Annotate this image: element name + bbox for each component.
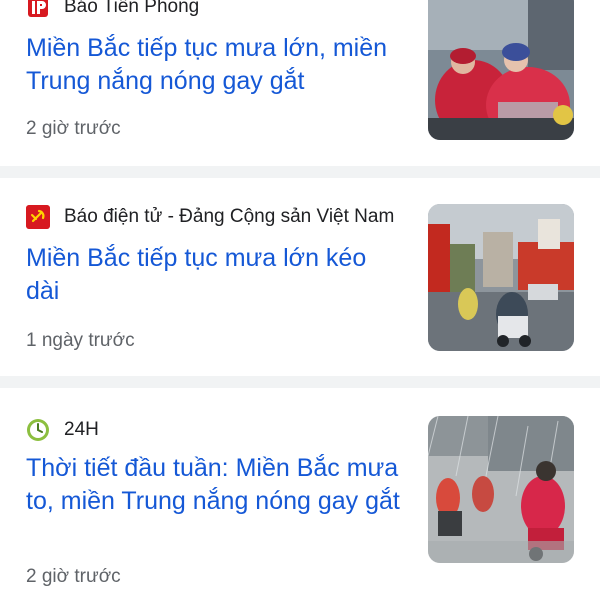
- source-name: Báo điện tử - Đảng Cộng sản Việt Nam: [64, 206, 395, 227]
- news-feed: Báo Tiền Phong Miền Bắc tiếp tục mưa lớn…: [0, 0, 600, 600]
- news-card[interactable]: Báo Tiền Phong Miền Bắc tiếp tục mưa lớn…: [0, 0, 600, 166]
- article-headline[interactable]: Miền Bắc tiếp tục mưa lớn kéo dài: [26, 242, 406, 308]
- card-separator: [0, 376, 600, 388]
- card-separator: [0, 166, 600, 178]
- source-name: 24H: [64, 419, 99, 440]
- article-headline[interactable]: Miền Bắc tiếp tục mưa lớn, miền Trung nắ…: [26, 32, 406, 98]
- news-source: Báo Tiền Phong: [26, 0, 199, 20]
- news-card[interactable]: Báo điện tử - Đảng Cộng sản Việt Nam Miề…: [0, 178, 600, 376]
- article-thumbnail[interactable]: [428, 0, 574, 140]
- source-name: Báo Tiền Phong: [64, 0, 200, 17]
- article-headline[interactable]: Thời tiết đầu tuần: Miền Bắc mưa to, miề…: [26, 452, 406, 518]
- news-source: Báo điện tử - Đảng Cộng sản Việt Nam: [26, 204, 394, 230]
- communist-party-flag-logo-icon: [26, 205, 50, 229]
- article-time: 2 giờ trước: [26, 118, 121, 139]
- article-time: 1 ngày trước: [26, 330, 135, 351]
- tien-phong-logo-icon: [26, 0, 50, 19]
- article-thumbnail[interactable]: [428, 416, 574, 563]
- 24h-clock-logo-icon: [26, 418, 50, 442]
- article-thumbnail[interactable]: [428, 204, 574, 351]
- article-time: 2 giờ trước: [26, 566, 121, 587]
- news-source: 24H: [26, 417, 99, 443]
- news-card[interactable]: 24H Thời tiết đầu tuần: Miền Bắc mưa to,…: [0, 388, 600, 600]
